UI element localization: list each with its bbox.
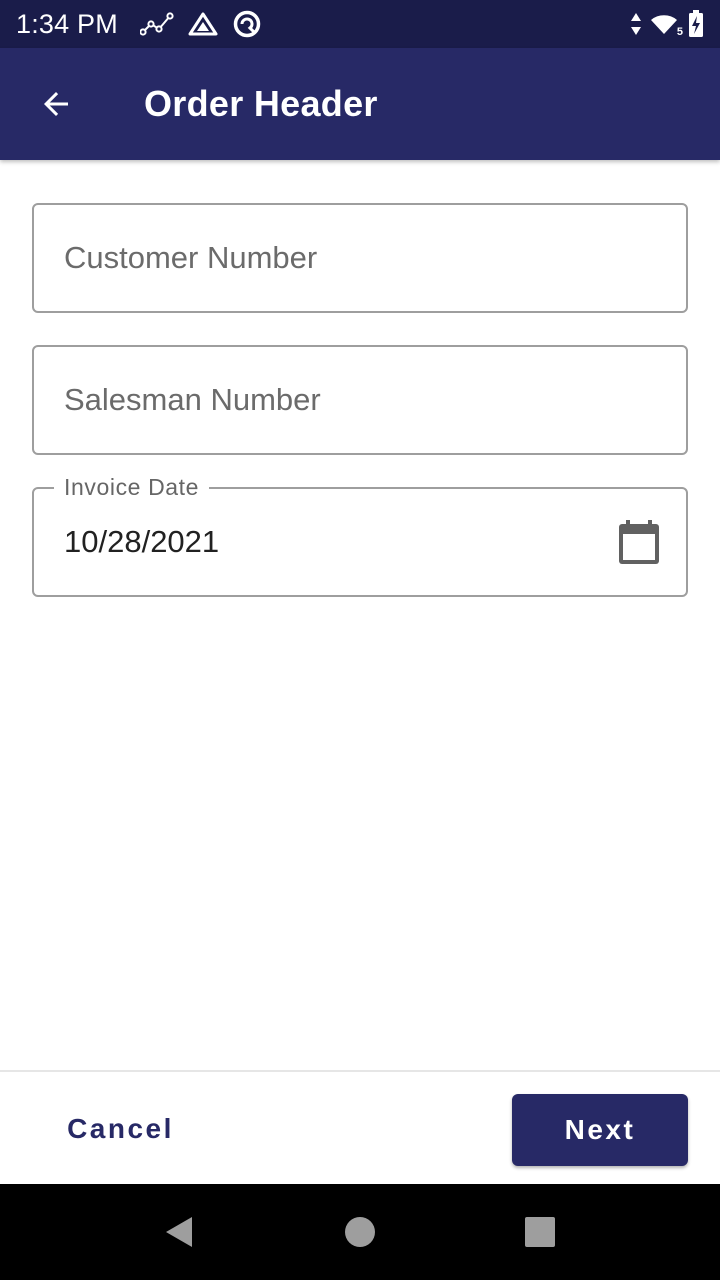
back-button[interactable] [28,76,84,132]
nav-home-icon[interactable] [342,1214,378,1250]
battery-charging-icon [688,10,704,38]
status-icons-right: 5 [630,10,704,38]
wifi-badge: 5 [676,26,683,38]
wifi-icon: 5 [650,12,683,38]
arrow-back-icon [44,92,68,116]
invoice-date-input[interactable] [64,489,624,595]
nav-recents-icon[interactable] [522,1214,558,1250]
cancel-button[interactable]: Cancel [48,1096,193,1162]
app-bar: Order Header [0,48,720,160]
calendar-button[interactable] [616,519,662,565]
status-bar: 1:34 PM 5 [0,0,720,48]
invoice-date-field: Invoice Date [32,474,688,597]
salesman-number-field [32,345,688,455]
drive-icon [188,11,218,37]
status-icons-left [139,9,262,39]
order-header-form: Invoice Date [32,203,688,629]
bottom-action-bar: Cancel Next [0,1070,720,1184]
app-circle-icon [232,9,262,39]
analytics-icon [139,12,174,36]
data-arrows-icon [630,12,642,36]
page-title: Order Header [144,83,378,124]
next-button[interactable]: Next [512,1094,688,1166]
calendar-icon [619,520,659,564]
customer-number-field [32,203,688,313]
system-nav-bar [0,1184,720,1280]
nav-back-icon[interactable] [162,1214,198,1250]
customer-number-input[interactable] [64,205,624,311]
salesman-number-input[interactable] [64,347,624,453]
status-time: 1:34 PM [16,8,118,39]
